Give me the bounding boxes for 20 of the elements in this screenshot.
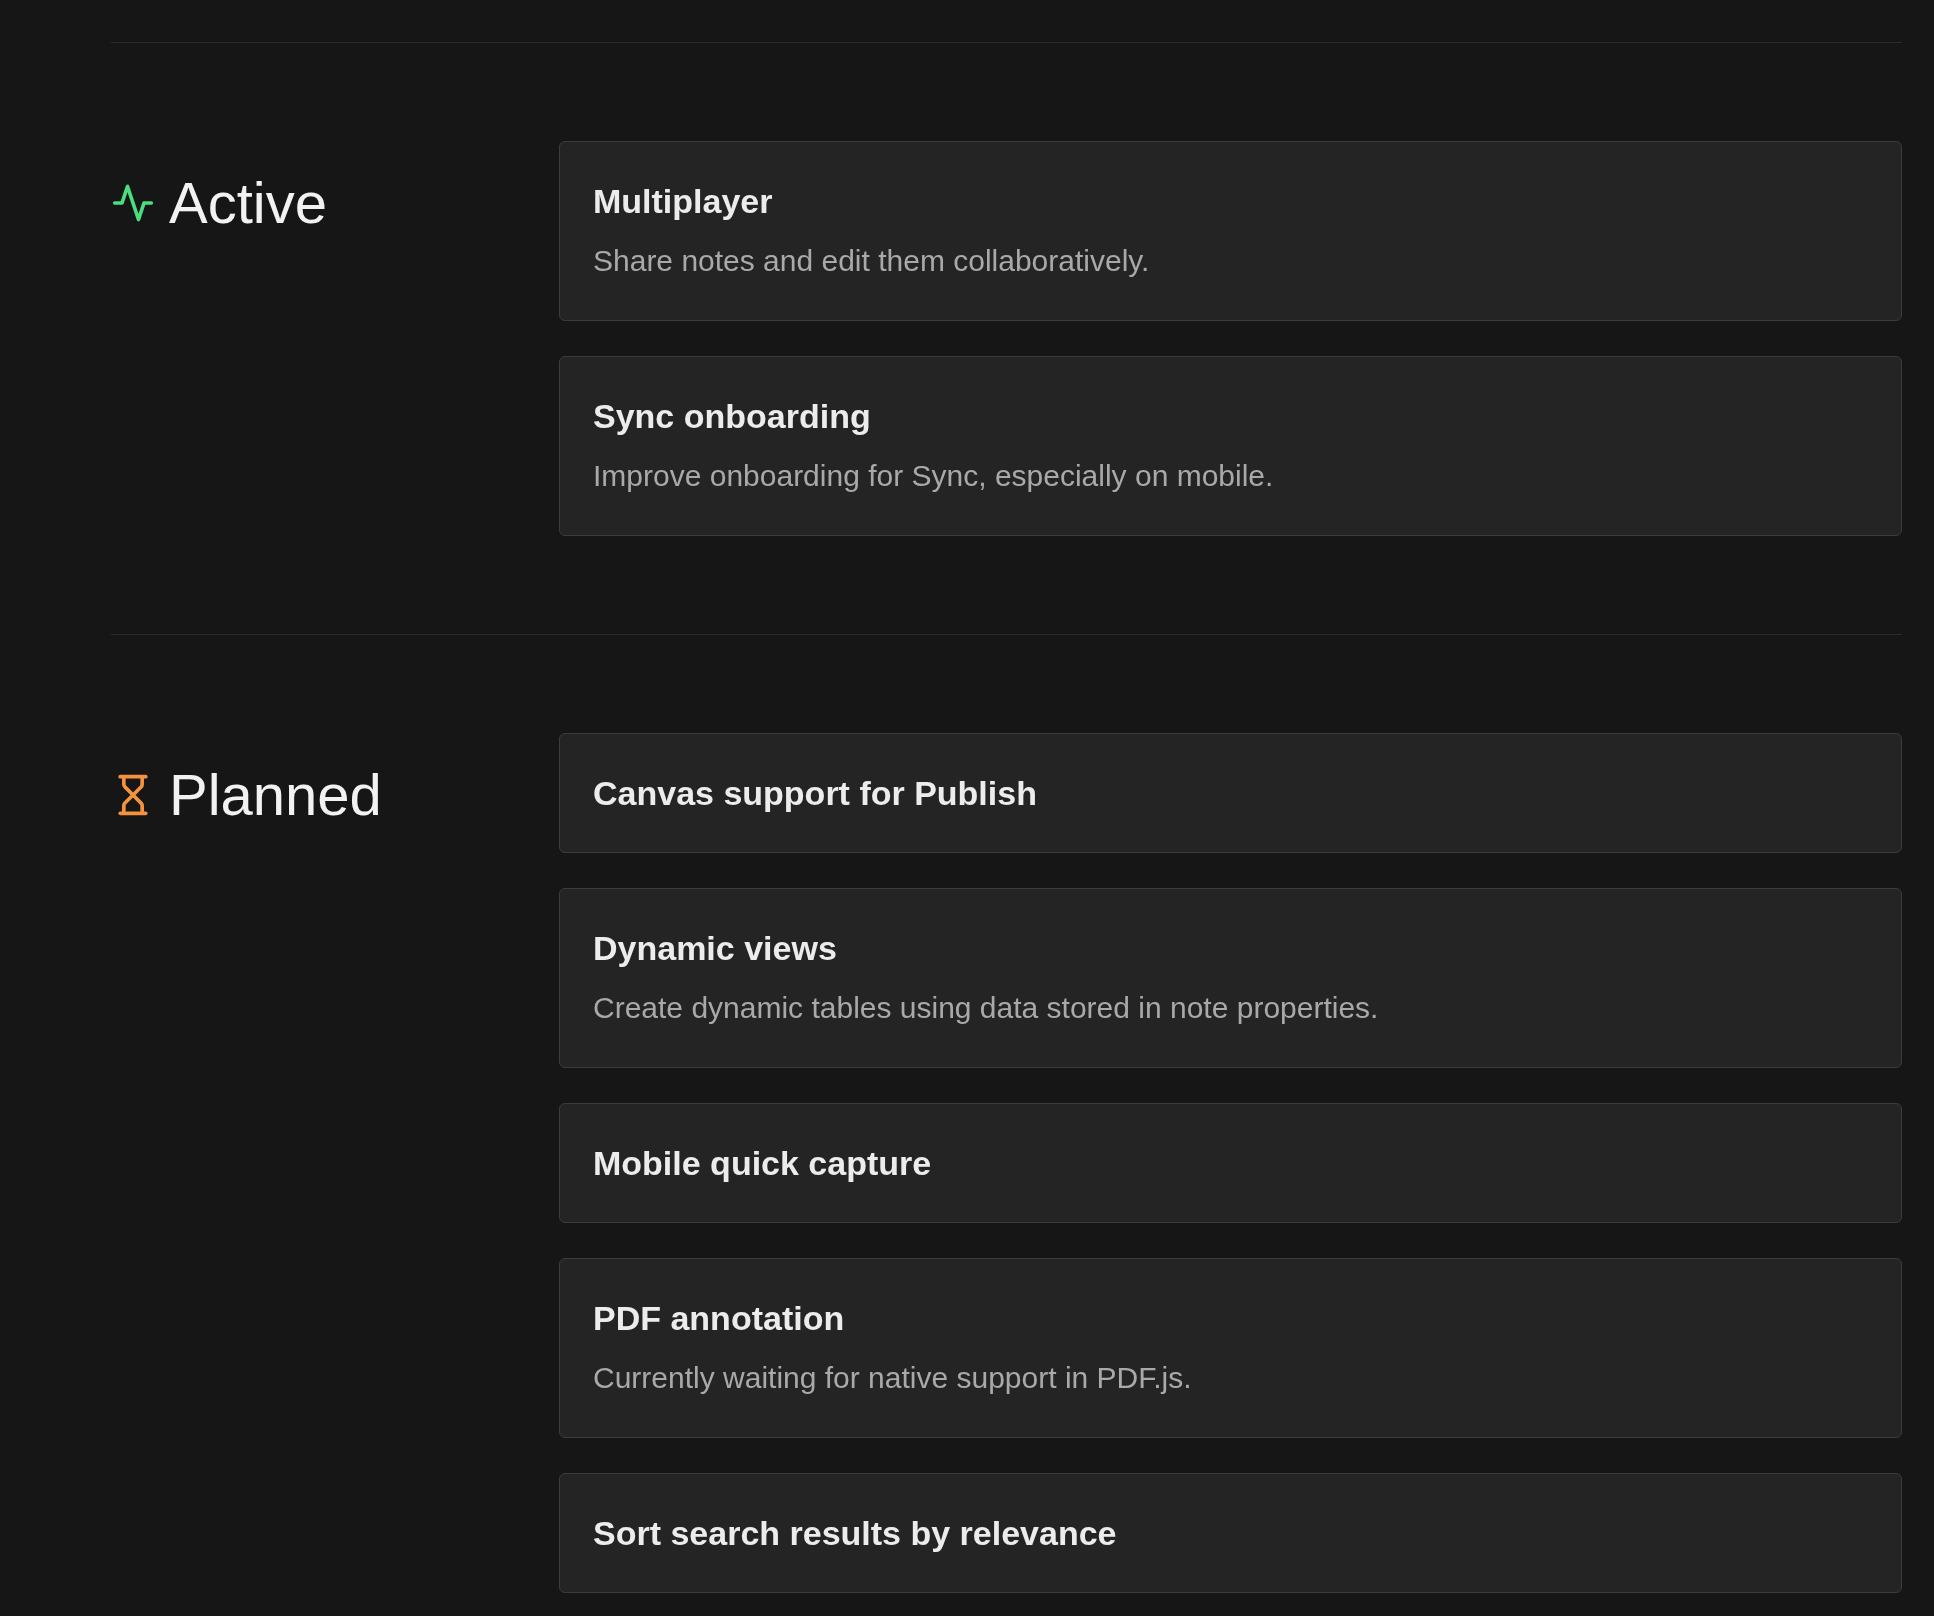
card-title: Sync onboarding xyxy=(593,396,872,437)
roadmap-card[interactable]: Mobile quick capture xyxy=(559,1103,1902,1223)
roadmap-card[interactable]: Dynamic views Create dynamic tables using data stored in note properties. xyxy=(559,888,1902,1068)
card-title: Canvas support for Publish xyxy=(593,773,1038,814)
card-description: Currently waiting for native support in PDF.js. xyxy=(593,1360,1193,1396)
card-title: Sort search results by relevance xyxy=(593,1513,1118,1554)
card-description: Create dynamic tables using data stored in note properties. xyxy=(593,990,1380,1026)
roadmap-card[interactable]: PDF annotation Currently waiting for native support in PDF.js. xyxy=(559,1258,1902,1438)
roadmap-card[interactable]: Sync onboarding Improve onboarding for Sync, especially on mobile. xyxy=(559,356,1902,536)
card-title: Multiplayer xyxy=(593,181,774,222)
roadmap-card[interactable]: Multiplayer Share notes and edit them collaboratively. xyxy=(559,141,1902,321)
card-description: Share notes and edit them collaboratively. xyxy=(593,243,1151,279)
section-heading: Active xyxy=(169,174,327,232)
section-heading: Planned xyxy=(169,766,382,824)
card-title: Dynamic views xyxy=(593,928,838,969)
roadmap-card[interactable]: Canvas support for Publish xyxy=(559,733,1902,853)
card-title: PDF annotation xyxy=(593,1298,846,1339)
card-title: Mobile quick capture xyxy=(593,1143,933,1184)
roadmap-card[interactable]: Sort search results by relevance xyxy=(559,1473,1902,1593)
card-description: Improve onboarding for Sync, especially on mobile. xyxy=(593,458,1275,494)
